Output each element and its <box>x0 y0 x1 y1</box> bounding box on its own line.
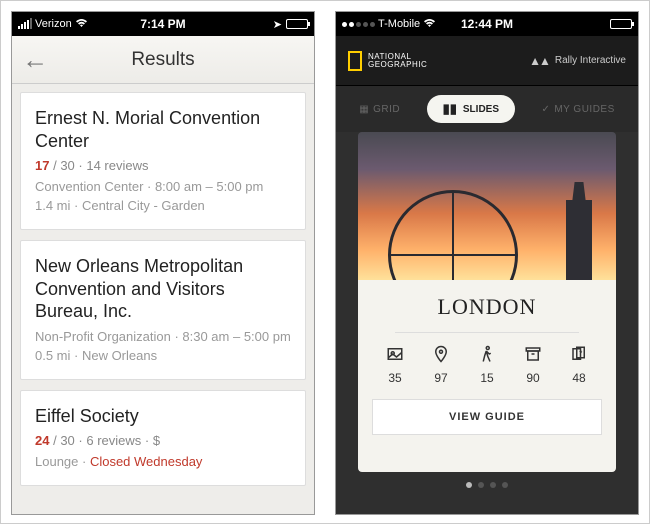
big-ben-silhouette <box>566 200 592 280</box>
statusbar: Verizon 7:14 PM ➤ <box>12 12 314 36</box>
wifi-icon <box>423 18 436 31</box>
divider <box>395 332 579 333</box>
check-icon: ✓ <box>541 104 550 115</box>
reviews-count: 14 reviews <box>86 158 148 173</box>
clock: 12:44 PM <box>461 17 513 31</box>
stat-tips[interactable]: ? 48 <box>570 345 588 385</box>
walk-icon <box>478 345 496 368</box>
result-meta-1: Lounge · Closed Wednesday <box>35 454 291 469</box>
result-meta-1: Non-Profit Organization · 8:30 am – 5:00… <box>35 329 291 344</box>
result-meta-2: 0.5 mi · New Orleans <box>35 348 291 363</box>
tab-slides[interactable]: ▮▮ SLIDES <box>427 95 515 123</box>
cards-icon: ? <box>570 345 588 368</box>
signal-icon <box>18 19 32 29</box>
result-title: Ernest N. Morial Convention Center <box>35 107 291 152</box>
navbar: ← Results <box>12 36 314 84</box>
statusbar: T-Mobile 12:44 PM <box>336 12 638 36</box>
app-header: NATIONALGEOGRAPHIC ▲▲ Rally Interactive <box>336 36 638 86</box>
photo-icon <box>386 345 404 368</box>
clock: 7:14 PM <box>140 17 185 31</box>
closed-label: Closed Wednesday <box>90 454 203 469</box>
grid-icon: ▦ <box>359 104 369 115</box>
battery-icon <box>286 19 308 29</box>
view-guide-button[interactable]: VIEW GUIDE <box>372 399 602 435</box>
result-meta-1: Convention Center · 8:00 am – 5:00 pm <box>35 179 291 194</box>
rating-max: / 30 <box>53 158 75 173</box>
battery-icon <box>610 19 632 29</box>
slide-image <box>358 132 616 280</box>
stat-row: 35 97 15 90 <box>372 345 602 385</box>
rating-max: / 30 <box>53 433 75 448</box>
phone-results: Verizon 7:14 PM ➤ ← Results Ernest N. Mo… <box>11 11 315 515</box>
result-card[interactable]: Ernest N. Morial Convention Center 17 / … <box>20 92 306 230</box>
pin-icon <box>432 345 450 368</box>
rating-value: 24 <box>35 433 49 448</box>
page-dot-active <box>466 482 472 488</box>
stat-archive[interactable]: 90 <box>524 345 542 385</box>
result-rating: 24 / 30 · 6 reviews · $ <box>35 433 291 448</box>
slide-title: LONDON <box>438 294 537 320</box>
ferris-wheel-silhouette <box>388 190 518 280</box>
result-rating: 17 / 30 · 14 reviews <box>35 158 291 173</box>
carrier-label: Verizon <box>35 18 72 30</box>
tab-myguides[interactable]: ✓ MY GUIDES <box>541 104 614 115</box>
results-list[interactable]: Ernest N. Morial Convention Center 17 / … <box>12 84 314 514</box>
wifi-icon <box>75 18 88 31</box>
location-icon: ➤ <box>273 18 282 31</box>
reviews-count: 6 reviews <box>86 433 141 448</box>
view-tabs: ▦ GRID ▮▮ SLIDES ✓ MY GUIDES <box>336 86 638 132</box>
page-dot <box>490 482 496 488</box>
result-meta-2: 1.4 mi · Central City - Garden <box>35 198 291 213</box>
guide-slide[interactable]: LONDON 35 97 <box>358 132 616 472</box>
result-title: Eiffel Society <box>35 405 291 428</box>
stat-places[interactable]: 97 <box>432 345 450 385</box>
natgeo-logo[interactable]: NATIONALGEOGRAPHIC <box>348 51 427 71</box>
result-card[interactable]: Eiffel Society 24 / 30 · 6 reviews · $ L… <box>20 390 306 487</box>
svg-text:?: ? <box>579 351 583 357</box>
result-card[interactable]: New Orleans Metropolitan Convention and … <box>20 240 306 380</box>
rally-icon: ▲▲ <box>529 54 549 68</box>
slide-body: LONDON 35 97 <box>358 280 616 472</box>
slides-icon: ▮▮ <box>443 101 457 117</box>
stat-walks[interactable]: 15 <box>478 345 496 385</box>
carrier-label: T-Mobile <box>378 18 420 30</box>
phone-guide: T-Mobile 12:44 PM NATIONALGEOGRAPHIC ▲▲ … <box>335 11 639 515</box>
result-title: New Orleans Metropolitan Convention and … <box>35 255 291 323</box>
page-dot <box>478 482 484 488</box>
page-dot <box>502 482 508 488</box>
price-label: $ <box>153 433 160 448</box>
page-indicator <box>336 482 638 488</box>
tab-grid[interactable]: ▦ GRID <box>359 104 400 115</box>
partner-label[interactable]: ▲▲ Rally Interactive <box>529 54 626 68</box>
signal-dots-icon <box>342 22 375 27</box>
rating-value: 17 <box>35 158 49 173</box>
natgeo-border-icon <box>348 51 362 71</box>
stat-photos[interactable]: 35 <box>386 345 404 385</box>
page-title: Results <box>131 49 194 71</box>
back-button[interactable]: ← <box>22 44 48 75</box>
archive-icon <box>524 345 542 368</box>
